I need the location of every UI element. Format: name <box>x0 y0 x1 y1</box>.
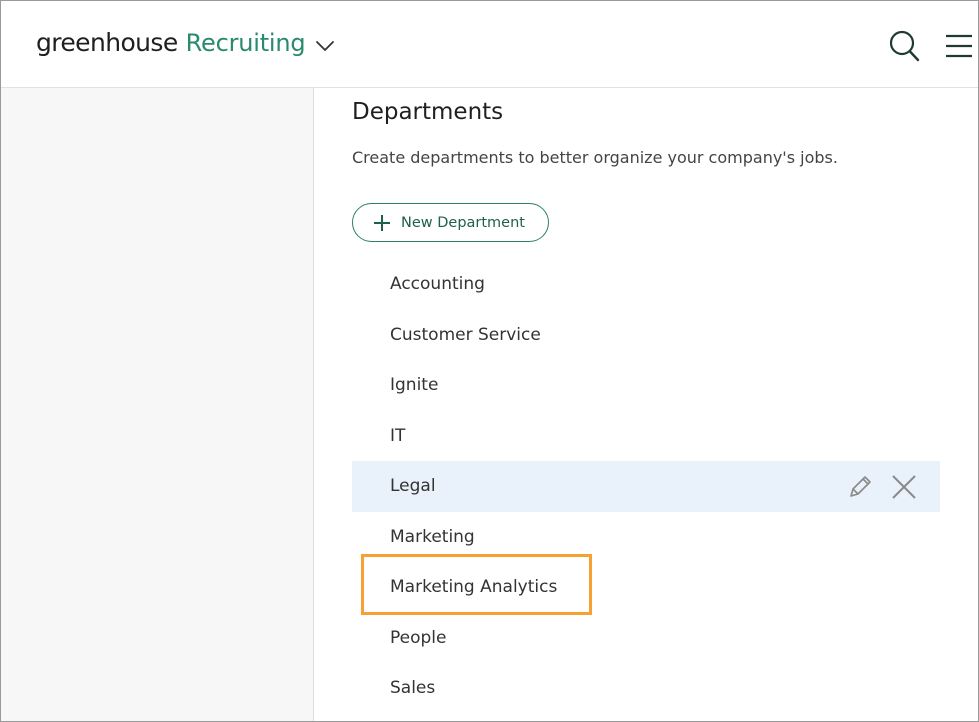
department-name: IT <box>390 425 406 446</box>
row-actions <box>846 473 918 501</box>
department-name: People <box>390 627 447 648</box>
department-name: Ignite <box>390 375 439 396</box>
department-item[interactable]: Accounting <box>352 259 940 310</box>
new-department-label: New Department <box>401 214 525 231</box>
department-item[interactable]: People <box>352 613 940 664</box>
department-name: Legal <box>390 476 436 497</box>
new-department-button[interactable]: New Department <box>352 203 549 242</box>
plus-icon <box>374 214 390 231</box>
sidebar <box>1 88 314 721</box>
pencil-icon[interactable] <box>846 473 874 501</box>
department-item[interactable]: Sales <box>352 663 940 714</box>
department-list: Accounting Customer Service Ignite IT Le… <box>352 259 940 714</box>
main-content: Departments Create departments to better… <box>314 88 978 721</box>
department-item[interactable]: Customer Service <box>352 310 940 361</box>
chevron-down-icon <box>316 40 335 51</box>
brand-logo: greenhouse <box>36 28 178 57</box>
page-description: Create departments to better organize yo… <box>352 148 838 167</box>
top-navigation-bar: greenhouse Recruiting <box>1 1 978 88</box>
department-item-highlighted[interactable]: Marketing Analytics <box>352 562 940 613</box>
department-item[interactable]: IT <box>352 411 940 462</box>
department-name: Customer Service <box>390 324 541 345</box>
product-switcher[interactable]: greenhouse Recruiting <box>36 28 335 57</box>
department-item[interactable]: Ignite <box>352 360 940 411</box>
search-icon[interactable] <box>888 29 920 63</box>
department-name: Sales <box>390 678 436 699</box>
department-name: Marketing <box>390 526 475 547</box>
hamburger-menu-icon[interactable] <box>944 33 974 59</box>
app-window: greenhouse Recruiting Departments Create… <box>0 0 979 722</box>
department-name: Accounting <box>390 274 485 295</box>
close-icon[interactable] <box>890 473 918 501</box>
page-title: Departments <box>352 99 504 125</box>
department-name: Marketing Analytics <box>390 577 558 598</box>
product-name: Recruiting <box>185 28 306 57</box>
department-item[interactable]: Marketing <box>352 512 940 563</box>
department-item-hovered[interactable]: Legal <box>352 461 940 512</box>
